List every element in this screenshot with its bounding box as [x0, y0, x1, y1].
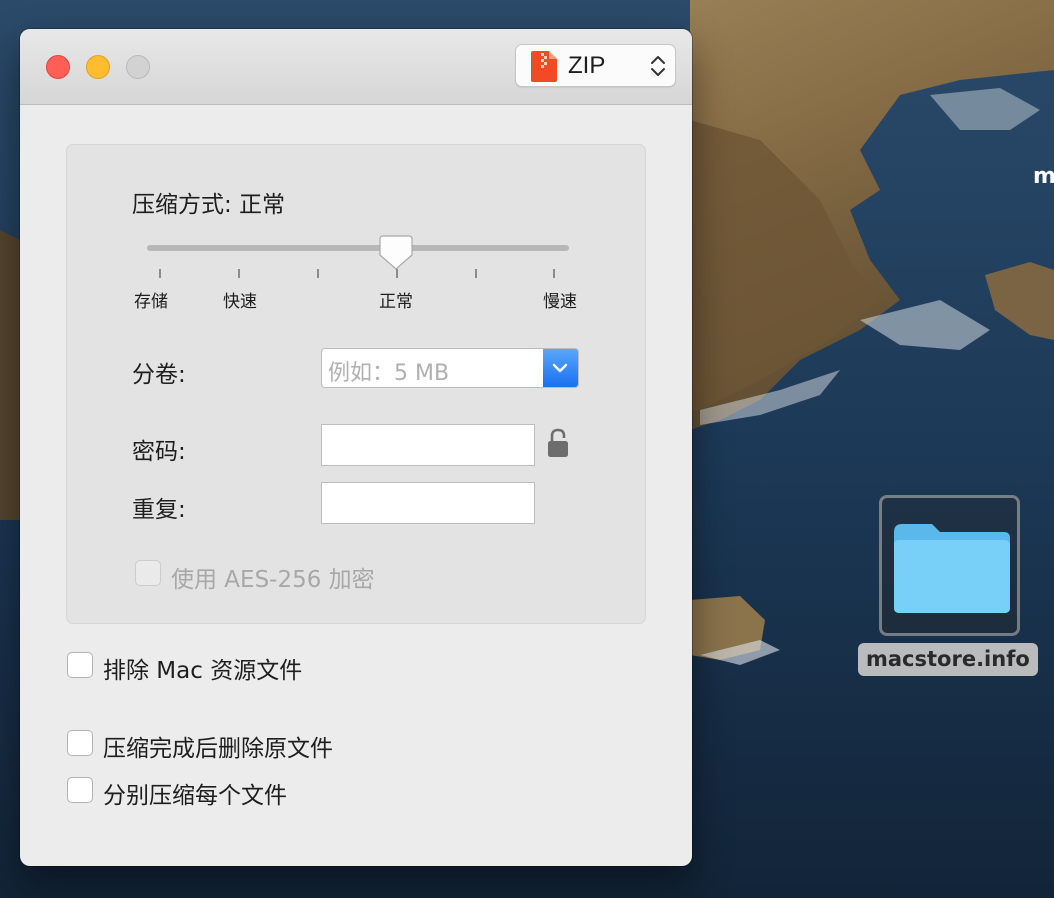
- split-size-combobox[interactable]: 例如：5 MB: [321, 348, 579, 388]
- desktop-folder-label[interactable]: macstore.info: [858, 643, 1038, 676]
- format-select[interactable]: ZIP: [515, 44, 676, 87]
- exclude-mac-resources-label: 排除 Mac 资源文件: [103, 658, 303, 684]
- password-label: 密码:: [132, 439, 186, 465]
- aes-256-checkbox[interactable]: [135, 560, 161, 586]
- aes-256-label: 使用 AES-256 加密: [171, 567, 375, 593]
- minimize-button[interactable]: [86, 55, 110, 79]
- compression-slider-thumb[interactable]: [379, 235, 413, 271]
- delete-originals-checkbox[interactable]: [67, 730, 93, 756]
- split-size-placeholder: 例如：5 MB: [328, 361, 450, 386]
- slider-tick: [159, 269, 161, 278]
- compress-separately-checkbox[interactable]: [67, 777, 93, 803]
- slider-label-slow: 慢速: [543, 292, 577, 312]
- chevron-down-icon: [552, 363, 568, 373]
- slider-tick: [317, 269, 319, 278]
- lock-icon[interactable]: [547, 428, 569, 458]
- archive-settings-window: ZIP 压缩方式: 正常 存储 快速 正常 慢速 分卷: 例如：5 MB 密码:…: [20, 29, 692, 866]
- zoom-button[interactable]: [126, 55, 150, 79]
- delete-originals-label: 压缩完成后删除原文件: [103, 736, 333, 762]
- desktop-folder[interactable]: [879, 495, 1020, 636]
- repeat-label: 重复:: [132, 497, 186, 523]
- split-size-dropdown-button[interactable]: [543, 349, 578, 387]
- desktop-edge-text: m: [1033, 164, 1054, 189]
- format-select-value: ZIP: [568, 52, 606, 79]
- compression-slider-track[interactable]: [147, 245, 569, 251]
- slider-label-normal: 正常: [379, 292, 413, 312]
- compress-separately-label: 分别压缩每个文件: [103, 783, 287, 809]
- slider-tick: [396, 269, 398, 278]
- slider-label-fast: 快速: [223, 292, 257, 312]
- folder-icon: [894, 524, 1010, 613]
- zip-archive-icon: [531, 51, 557, 82]
- repeat-password-field[interactable]: [321, 482, 535, 524]
- up-down-chevron-icon: [651, 56, 665, 76]
- slider-tick: [553, 269, 555, 278]
- close-button[interactable]: [46, 55, 70, 79]
- slider-tick: [238, 269, 240, 278]
- split-label: 分卷:: [132, 362, 186, 388]
- compression-settings-panel: 压缩方式: 正常 存储 快速 正常 慢速 分卷: 例如：5 MB 密码: 重复:…: [66, 144, 646, 624]
- compression-method-title: 压缩方式: 正常: [132, 192, 286, 218]
- exclude-mac-resources-checkbox[interactable]: [67, 652, 93, 678]
- slider-tick: [475, 269, 477, 278]
- password-field[interactable]: [321, 424, 535, 466]
- slider-label-store: 存储: [134, 292, 168, 312]
- title-bar[interactable]: ZIP: [20, 29, 692, 105]
